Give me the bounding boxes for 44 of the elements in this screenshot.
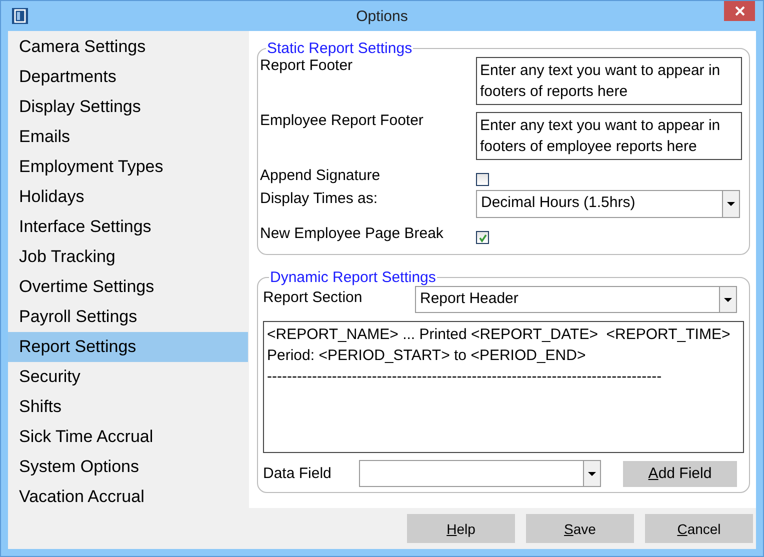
sidebar-item[interactable]: Overtime Settings xyxy=(8,272,248,302)
field-label: Data Field xyxy=(263,465,332,482)
field-label: Display Times as: xyxy=(260,190,379,207)
sidebar-item[interactable]: Job Tracking xyxy=(8,242,248,272)
field-label: Employee Report Footer xyxy=(260,112,424,129)
sidebar-item[interactable]: Employment Types xyxy=(8,152,248,182)
sidebar-item[interactable]: Emails xyxy=(8,122,248,152)
field-label: New Employee Page Break xyxy=(260,225,444,242)
sidebar-item[interactable]: Holidays xyxy=(8,182,248,212)
caret-icon xyxy=(588,472,596,476)
app-icon xyxy=(12,8,28,24)
checkbox[interactable] xyxy=(476,173,489,186)
sidebar-item[interactable]: Sick Time Accrual xyxy=(8,422,248,452)
caret-icon xyxy=(724,298,732,302)
group-title: Dynamic Report Settings xyxy=(269,269,437,286)
group-title: Static Report Settings xyxy=(266,40,414,57)
sidebar-item[interactable]: Display Settings xyxy=(8,92,248,122)
text-area[interactable]: Enter any text you want to appear in footers of employee reports here xyxy=(476,112,742,160)
field-label: Report Section xyxy=(263,289,364,306)
window-title: Options xyxy=(355,8,409,24)
sidebar-item[interactable]: Vacation Accrual xyxy=(8,482,248,512)
close-button[interactable] xyxy=(724,1,755,21)
sidebar-item[interactable]: System Options xyxy=(8,452,248,482)
sidebar-item[interactable]: Shifts xyxy=(8,392,248,422)
dialog-button[interactable]: Help xyxy=(407,514,515,543)
template-editor[interactable]: <REPORT_NAME> ... Printed <REPORT_DATE> <REPORT_TIME> Period: <PERIOD_START> to <PERIOD_END> ------------------------------------------------------------------------------- xyxy=(263,321,744,453)
dialog-button[interactable]: Cancel xyxy=(645,514,753,543)
sidebar-item[interactable]: Interface Settings xyxy=(8,212,248,242)
dropdown[interactable] xyxy=(359,460,601,487)
sidebar-item[interactable]: Report Settings xyxy=(8,332,248,362)
dropdown[interactable]: Report Header xyxy=(415,286,737,313)
sidebar-item[interactable]: Security xyxy=(8,362,248,392)
sidebar-item[interactable]: Departments xyxy=(8,62,248,92)
field-label: Append Signature xyxy=(260,167,382,184)
add-field-button[interactable]: Add Field xyxy=(623,460,737,486)
text-area[interactable]: Enter any text you want to appear in footers of reports here xyxy=(476,57,742,105)
sidebar-item[interactable]: Payroll Settings xyxy=(8,302,248,332)
checkbox[interactable] xyxy=(476,231,489,244)
close-icon xyxy=(734,6,744,16)
sidebar-item[interactable]: Camera Settings xyxy=(8,32,248,62)
dropdown[interactable]: Decimal Hours (1.5hrs) xyxy=(476,190,740,218)
caret-icon xyxy=(727,202,735,206)
dialog-button[interactable]: Save xyxy=(526,514,634,543)
field-label: Report Footer xyxy=(260,57,354,74)
